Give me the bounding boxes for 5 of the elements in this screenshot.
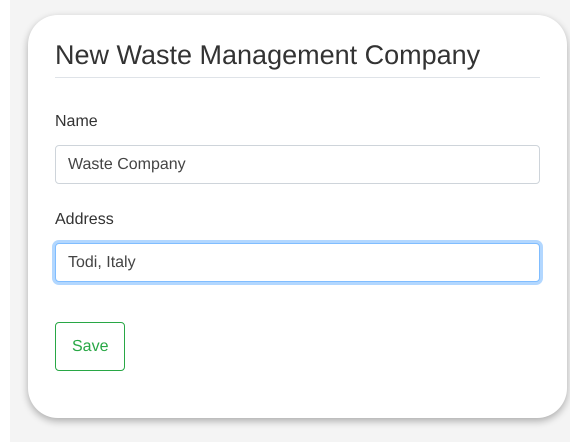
input-field[interactable]: Todi, Italy <box>55 243 540 282</box>
input-field[interactable]: Waste Company <box>55 145 540 184</box>
field-label: Address <box>55 210 115 230</box>
form-title: New Waste Management Company <box>55 37 540 78</box>
field-label: Name <box>55 112 99 132</box>
